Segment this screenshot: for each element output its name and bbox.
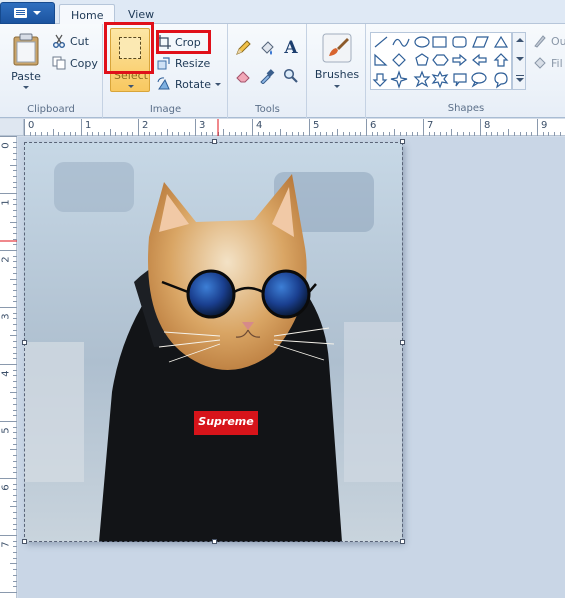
resize-handle-bottom-left[interactable]	[22, 539, 27, 544]
shape-outline-button[interactable]: Ou	[533, 32, 565, 50]
ruler-mark: 7	[427, 120, 434, 131]
brushes-group: Brushes	[308, 24, 366, 118]
shape-outline-label: Ou	[551, 34, 565, 48]
resize-handle-top[interactable]	[212, 139, 217, 144]
document-icon	[14, 8, 27, 18]
resize-handle-bottom-right[interactable]	[400, 539, 405, 544]
canvas-workspace[interactable]: Supreme	[18, 137, 565, 598]
resize-icon	[157, 57, 170, 70]
shapes-gallery-icons	[372, 35, 509, 89]
brushes-button[interactable]: Brushes	[312, 28, 362, 94]
shapes-group-label: Shapes	[447, 103, 485, 114]
clipboard-group-label: Clipboard	[27, 104, 75, 115]
copy-icon	[52, 56, 66, 70]
rotate-button[interactable]: Rotate	[157, 75, 222, 93]
ruler-mark: 8	[484, 120, 491, 131]
ruler-mark: 0	[0, 142, 12, 149]
magnifier-icon[interactable]	[281, 66, 301, 86]
ruler-mark: 3	[0, 313, 12, 320]
cut-label: Cut	[70, 34, 89, 48]
expand-gallery-arrow-icon	[516, 78, 524, 82]
resize-button[interactable]: Resize	[157, 54, 210, 72]
ruler-mark: 3	[199, 120, 206, 131]
ribbon: Paste Cut Copy Clipboard Select Crop Res…	[0, 22, 565, 118]
vertical-ruler: 0 1 2 3 4 5 6 7	[0, 136, 17, 598]
clipboard-paste-icon	[13, 33, 39, 66]
clipboard-group: Paste Cut Copy Clipboard	[0, 24, 103, 118]
crop-highlight-box	[156, 30, 211, 54]
text-icon[interactable]: A	[281, 38, 301, 58]
ruler-mark: 1	[0, 199, 12, 206]
paint-window: Home View Paste Cut Copy Clipboard Selec…	[0, 0, 565, 598]
shapes-gallery-scrollbar[interactable]	[512, 32, 526, 90]
tools-group-label: Tools	[255, 104, 280, 115]
chevron-up-icon[interactable]	[516, 38, 524, 42]
ruler-mark: 5	[0, 427, 12, 434]
select-highlight-box	[104, 22, 154, 74]
image-group-label: Image	[149, 104, 182, 115]
paste-label: Paste	[11, 70, 41, 83]
fill-bucket-icon[interactable]	[257, 38, 277, 58]
file-menu-button[interactable]	[0, 2, 55, 24]
chevron-down-icon	[128, 85, 134, 88]
resize-handle-left[interactable]	[22, 340, 27, 345]
horizontal-ruler: 0 1 2 3 4 5 6 7 8 9	[24, 119, 565, 136]
ruler-mark: 4	[0, 370, 12, 377]
chevron-down-icon[interactable]	[516, 57, 524, 61]
shape-fill-label: Fil	[551, 56, 563, 70]
drawing-canvas[interactable]: Supreme	[24, 142, 402, 542]
ruler-mark: 6	[370, 120, 377, 131]
eraser-icon[interactable]	[233, 66, 253, 86]
chevron-down-icon	[215, 82, 222, 86]
color-picker-icon[interactable]	[257, 66, 277, 86]
copy-button[interactable]: Copy	[52, 54, 98, 72]
ruler-mark: 9	[541, 120, 548, 131]
resize-handle-right[interactable]	[400, 340, 405, 345]
ribbon-tab-strip: Home View	[0, 0, 565, 25]
ruler-mark: 7	[0, 541, 12, 548]
copy-label: Copy	[70, 56, 98, 70]
ruler-mark: 0	[28, 120, 35, 131]
brush-icon	[322, 33, 352, 63]
ruler-mark: 1	[85, 120, 92, 131]
tools-group: A Tools	[229, 24, 307, 118]
image-group: Select Crop Resize Rotate Image	[104, 22, 228, 118]
paste-button[interactable]: Paste	[6, 30, 46, 92]
shapes-gallery	[370, 32, 512, 90]
pencil-icon[interactable]	[233, 38, 253, 58]
expand-gallery-icon[interactable]	[516, 75, 524, 76]
cat-photo-image	[24, 142, 402, 542]
rotate-label: Rotate	[175, 77, 212, 91]
cut-button[interactable]: Cut	[52, 32, 89, 50]
fill-bucket-icon	[534, 57, 546, 69]
shape-fill-button[interactable]: Fil	[533, 54, 563, 72]
outline-brush-icon	[534, 35, 546, 48]
ruler-mark: 2	[0, 256, 12, 263]
ruler-corner	[0, 119, 24, 136]
ruler-mark: 5	[313, 120, 320, 131]
rotate-icon	[157, 77, 170, 90]
brushes-label: Brushes	[314, 68, 360, 81]
resize-label: Resize	[175, 56, 211, 70]
ruler-mark: 2	[142, 120, 149, 131]
scissors-icon	[53, 34, 65, 48]
chevron-down-icon	[334, 85, 340, 88]
supreme-logo-text: Supreme	[198, 415, 254, 428]
resize-handle-top-right[interactable]	[400, 139, 405, 144]
chevron-down-icon	[33, 11, 41, 15]
ruler-mark: 6	[0, 484, 12, 491]
resize-handle-bottom[interactable]	[212, 539, 217, 544]
ruler-mark: 4	[256, 120, 263, 131]
chevron-down-icon	[23, 86, 29, 89]
